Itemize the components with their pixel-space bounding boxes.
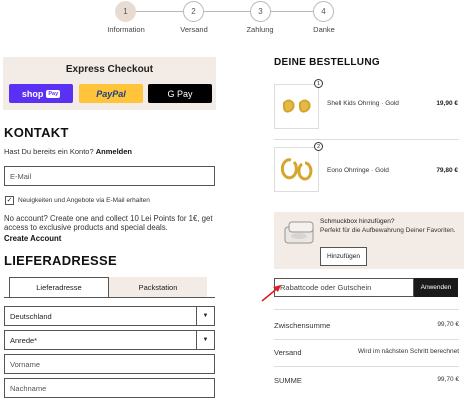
tab-divider bbox=[4, 297, 215, 298]
tab-packstation-label: Packstation bbox=[138, 282, 178, 292]
product-image-shell-kids[interactable] bbox=[274, 84, 319, 129]
separator-dot: · bbox=[371, 167, 374, 174]
login-link[interactable]: Anmelden bbox=[96, 147, 132, 156]
create-account-link[interactable]: Create Account bbox=[4, 234, 61, 243]
lastname-placeholder: Nachname bbox=[10, 383, 47, 393]
newsletter-label: Neuigkeiten und Angebote via E-Mail erha… bbox=[18, 197, 150, 204]
separator-dot: · bbox=[381, 100, 384, 107]
product-price: 79,80 € bbox=[436, 167, 458, 174]
tab-lieferadresse[interactable]: Lieferadresse bbox=[9, 277, 109, 297]
google-pay-label: G Pay bbox=[167, 88, 193, 99]
subtotal-value: 99,70 € bbox=[437, 321, 459, 328]
chevron-down-icon: ▼ bbox=[196, 307, 214, 325]
email-field[interactable]: E-Mail bbox=[4, 166, 215, 186]
summary-divider bbox=[274, 309, 459, 310]
product-image-eono[interactable] bbox=[274, 147, 319, 192]
lastname-field[interactable]: Nachname bbox=[4, 378, 215, 398]
add-button-label: Hinzufügen bbox=[327, 253, 360, 260]
step-3-circle: 3 bbox=[250, 1, 271, 22]
step-2-circle: 2 bbox=[183, 1, 204, 22]
account-prompt-text: Hast Du bereits ein Konto? bbox=[4, 147, 94, 156]
subtotal-row: Zwischensumme 99,70 € bbox=[274, 321, 459, 330]
step-2-label: Versand bbox=[180, 25, 208, 34]
step-3-label: Zahlung bbox=[246, 25, 274, 34]
salutation-value: Anrede* bbox=[10, 335, 38, 345]
checkmark-icon: ✓ bbox=[6, 197, 13, 204]
annotation-arrow-icon bbox=[261, 285, 281, 302]
express-checkout-title: Express Checkout bbox=[65, 64, 154, 75]
shipping-value: Wird im nächsten Schritt berechnet bbox=[357, 348, 459, 355]
salutation-select[interactable]: Anrede* ▼ bbox=[4, 330, 215, 350]
firstname-placeholder: Vorname bbox=[10, 359, 41, 369]
quantity-badge: 1 bbox=[314, 79, 323, 88]
google-pay-button[interactable]: G Pay bbox=[148, 84, 212, 103]
discount-placeholder: Rabattcode oder Gutschein bbox=[280, 283, 372, 292]
shipping-row: Versand Wird im nächsten Schritt berechn… bbox=[274, 348, 459, 357]
contact-heading: KONTAKT bbox=[4, 125, 69, 140]
product-price: 19,90 € bbox=[436, 100, 458, 107]
hoop-earring-icon bbox=[280, 158, 313, 181]
firstname-field[interactable]: Vorname bbox=[4, 354, 215, 374]
product-name: Shell Kids Ohrring bbox=[327, 100, 380, 107]
express-checkout-panel: Express Checkout shop Pay PayPal G Pay bbox=[3, 57, 216, 110]
step-connector bbox=[271, 11, 313, 12]
step-connector bbox=[204, 11, 250, 12]
country-select[interactable]: Deutschland ▼ bbox=[4, 306, 215, 326]
tab-lieferadresse-label: Lieferadresse bbox=[36, 283, 82, 292]
upsell-title: Schmuckbox hinzufügen? bbox=[320, 218, 395, 225]
step-1-label: Information bbox=[107, 25, 145, 34]
total-label: SUMME bbox=[274, 376, 302, 385]
product-variant: Gold bbox=[375, 167, 389, 174]
upsell-text: Perfekt für die Aufbewahrung Deiner Favo… bbox=[320, 227, 456, 234]
add-jewelry-box-button[interactable]: Hinzufügen bbox=[320, 247, 367, 266]
shop-pay-label: shop bbox=[21, 88, 44, 99]
step-connector bbox=[136, 11, 184, 12]
shipping-label: Versand bbox=[274, 348, 302, 357]
total-value: 99,70 € bbox=[437, 376, 459, 383]
order-heading: DEINE BESTELLUNG bbox=[274, 57, 380, 68]
product-variant: Gold bbox=[385, 100, 399, 107]
summary-divider bbox=[274, 339, 459, 340]
newsletter-checkbox[interactable]: ✓ bbox=[5, 196, 14, 205]
tab-packstation[interactable]: Packstation bbox=[109, 277, 207, 297]
product-name-line: Shell Kids Ohrring · Gold bbox=[327, 100, 399, 107]
step-1-circle[interactable]: 1 bbox=[115, 1, 136, 22]
item-divider bbox=[274, 139, 459, 140]
jewelry-box-upsell: Schmuckbox hinzufügen? Perfekt für die A… bbox=[274, 212, 464, 269]
paypal-button[interactable]: PayPal bbox=[79, 84, 143, 103]
email-placeholder: E-Mail bbox=[10, 171, 32, 181]
shop-pay-badge: Pay bbox=[46, 89, 61, 98]
discount-code-input[interactable]: Rabattcode oder Gutschein bbox=[274, 278, 414, 297]
paypal-label: PayPal bbox=[96, 88, 126, 99]
shop-pay-button[interactable]: shop Pay bbox=[9, 84, 73, 103]
points-info-text: No account? Create one and collect 10 Le… bbox=[4, 214, 213, 232]
subtotal-label: Zwischensumme bbox=[274, 321, 331, 330]
quantity-badge: 2 bbox=[314, 142, 323, 151]
apply-discount-button[interactable]: Anwenden bbox=[414, 278, 458, 297]
delivery-heading: LIEFERADRESSE bbox=[4, 253, 117, 268]
login-prompt: Hast Du bereits ein Konto? Anmelden bbox=[4, 147, 132, 156]
step-4-label: Danke bbox=[313, 25, 335, 34]
product-name-line: Eono Ohrringe · Gold bbox=[327, 167, 389, 174]
jewelry-box-icon bbox=[284, 221, 314, 244]
chevron-down-icon: ▼ bbox=[196, 331, 214, 349]
apply-button-label: Anwenden bbox=[420, 284, 452, 291]
country-value: Deutschland bbox=[10, 311, 52, 321]
earring-icon bbox=[283, 99, 311, 113]
step-4-circle: 4 bbox=[313, 1, 334, 22]
summary-divider bbox=[274, 366, 459, 367]
total-row: SUMME 99,70 € bbox=[274, 376, 459, 385]
product-name: Eono Ohrringe bbox=[327, 167, 370, 174]
